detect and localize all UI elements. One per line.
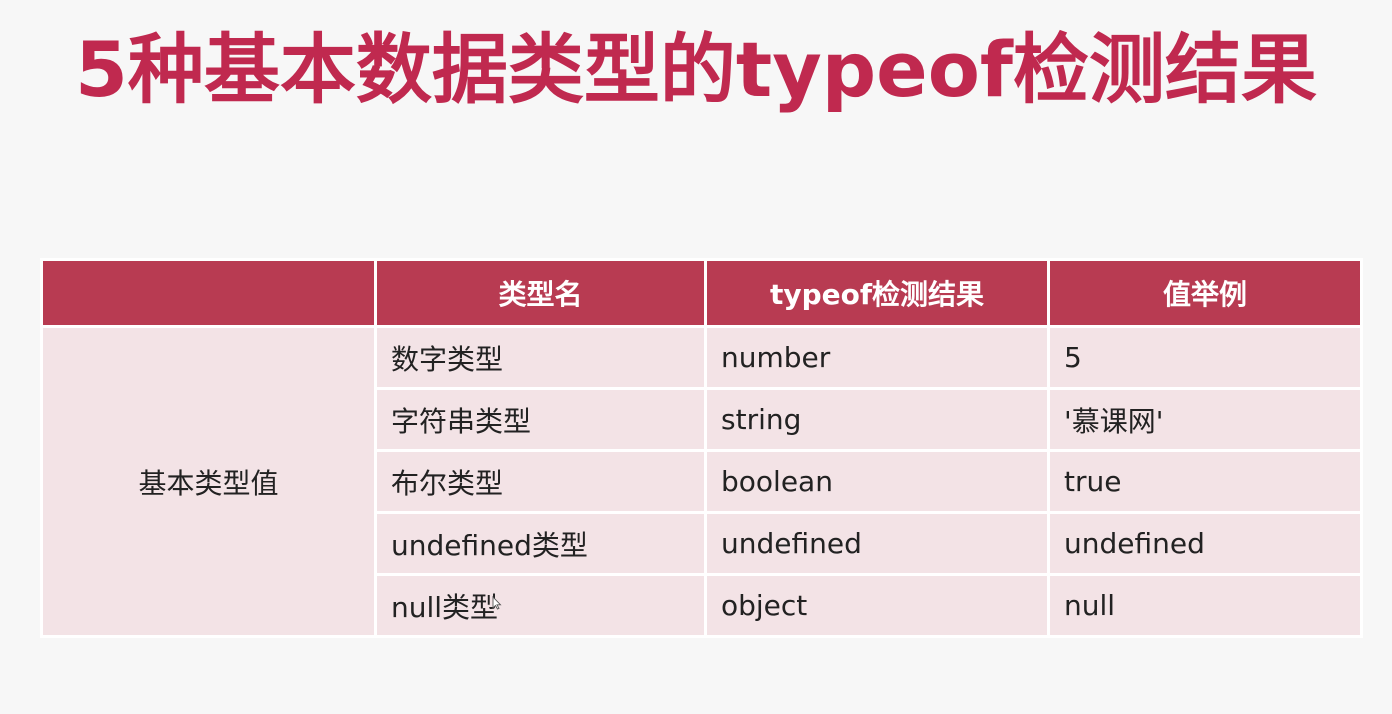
type-name-cell: undefined类型	[374, 511, 707, 576]
typeof-result-cell: undefined	[704, 511, 1050, 576]
type-name-cell: 数字类型	[374, 325, 707, 390]
table-row: 基本类型值 数字类型 number 5	[40, 325, 1363, 638]
typeof-result-cell: boolean	[704, 449, 1050, 514]
category-cell: 基本类型值	[40, 325, 377, 638]
header-example: 值举例	[1047, 258, 1363, 328]
typeof-result-cell: string	[704, 387, 1050, 452]
table-header-row: 类型名 typeof检测结果 值举例	[40, 258, 1363, 328]
header-empty	[40, 258, 377, 328]
header-typeof-result: typeof检测结果	[704, 258, 1050, 328]
type-name-cell: null类型	[374, 573, 707, 638]
slide-title: 5种基本数据类型的typeof检测结果	[75, 25, 1317, 114]
example-cell: 5	[1047, 325, 1363, 390]
example-cell: null	[1047, 573, 1363, 638]
example-cell: undefined	[1047, 511, 1363, 576]
typeof-result-cell: object	[704, 573, 1050, 638]
type-name-cell: 字符串类型	[374, 387, 707, 452]
mouse-cursor-icon	[492, 596, 502, 610]
example-cell: true	[1047, 449, 1363, 514]
header-type-name: 类型名	[374, 258, 707, 328]
typeof-results-table: 类型名 typeof检测结果 值举例 基本类型值 数字类型 number 5 字…	[40, 258, 1363, 638]
typeof-result-cell: number	[704, 325, 1050, 390]
type-name-cell: 布尔类型	[374, 449, 707, 514]
example-cell: '慕课网'	[1047, 387, 1363, 452]
